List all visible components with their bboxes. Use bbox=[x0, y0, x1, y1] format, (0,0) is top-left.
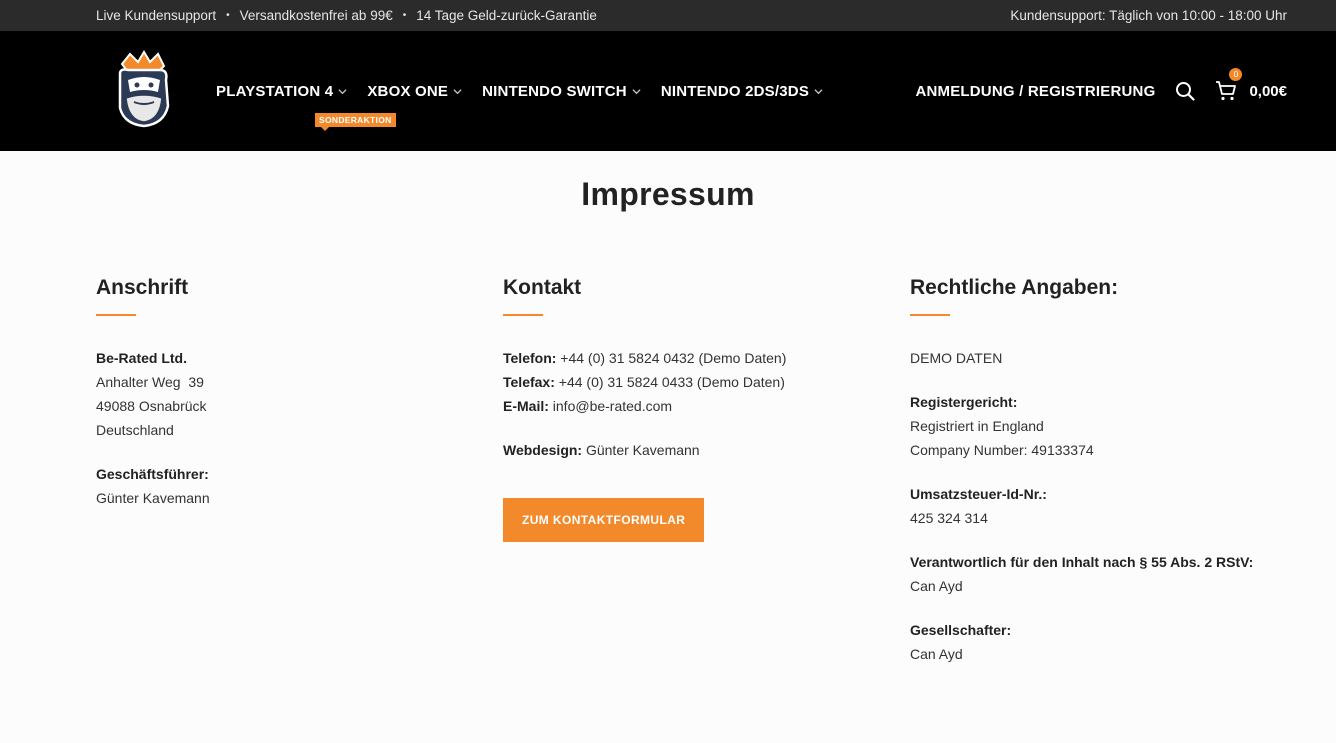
email-line: E-Mail: info@be-rated.com bbox=[503, 394, 883, 418]
vat-id-label: Umsatzsteuer-Id-Nr.: bbox=[910, 486, 1047, 502]
cart-count-badge: 0 bbox=[1229, 68, 1243, 81]
chevron-down-icon bbox=[632, 88, 641, 94]
nav-playstation-4[interactable]: SONDERAKTION PLAYSTATION 4 bbox=[216, 82, 396, 131]
country: Deutschland bbox=[96, 422, 174, 438]
partner-label: Gesellschafter: bbox=[910, 622, 1012, 638]
topbar-usp-shipping: Versandkostenfrei ab 99€ bbox=[239, 8, 393, 23]
topbar-separator: • bbox=[402, 10, 407, 21]
cart-button[interactable]: 0 0,00€ bbox=[1215, 68, 1287, 102]
phone-value[interactable]: +44 (0) 31 5824 0432 (Demo Daten) bbox=[560, 350, 786, 366]
topbar-separator: • bbox=[226, 10, 230, 21]
cart-total: 0,00€ bbox=[1249, 82, 1287, 100]
header-actions: ANMELDUNG / REGISTRIERUNG 0 0,00€ bbox=[915, 31, 1287, 151]
vat-id-value: 425 324 314 bbox=[910, 510, 988, 526]
heading-underline bbox=[910, 314, 950, 316]
register-court-label: Registergericht: bbox=[910, 394, 1018, 410]
phone-label: Telefon: bbox=[503, 350, 557, 366]
logo-link[interactable] bbox=[112, 50, 174, 130]
nav-label: NINTENDO 2DS/3DS bbox=[660, 82, 810, 100]
heading-underline bbox=[96, 314, 136, 316]
register-court-line2: Company Number: 49133374 bbox=[910, 442, 1094, 458]
partner-value: Can Ayd bbox=[910, 646, 963, 662]
page-title: Impressum bbox=[581, 176, 755, 212]
main-header: SONDERAKTION PLAYSTATION 4 XBOX ONE NINT… bbox=[0, 31, 1336, 151]
ceo-label: Geschäftsführer: bbox=[96, 466, 209, 482]
demo-data-note: DEMO DATEN bbox=[910, 350, 1003, 366]
ceo-name: Günter Kavemann bbox=[96, 490, 210, 506]
topbar-usps: Live Kundensupport • Versandkostenfrei a… bbox=[96, 8, 597, 23]
heading-underline bbox=[503, 314, 543, 316]
responsible-label: Verantwortlich für den Inhalt nach § 55 … bbox=[910, 554, 1254, 570]
king-mascot-logo-icon bbox=[118, 50, 170, 128]
search-icon[interactable] bbox=[1175, 81, 1196, 101]
rechtliche-angaben-heading: Rechtliche Angaben: bbox=[910, 276, 1119, 299]
chevron-down-icon bbox=[453, 88, 462, 94]
topbar-usp-support: Live Kundensupport bbox=[96, 8, 217, 23]
city-address: 49088 Osnabrück bbox=[96, 398, 207, 414]
contact-form-button[interactable]: ZUM KONTAKTFORMULAR bbox=[503, 498, 705, 542]
nav-label: PLAYSTATION 4 bbox=[216, 82, 334, 100]
webdesign-value: Günter Kavemann bbox=[585, 442, 700, 458]
nav-nintendo-2ds-3ds[interactable]: NINTENDO 2DS/3DS bbox=[661, 83, 823, 100]
webdesign-label: Webdesign: bbox=[503, 442, 583, 458]
rechtliche-angaben-column: Rechtliche Angaben: DEMO DATEN Registerg… bbox=[910, 276, 1290, 666]
chevron-down-icon bbox=[338, 88, 347, 94]
kontakt-column: Kontakt Telefon: +44 (0) 31 5824 0432 (D… bbox=[503, 276, 883, 542]
anschrift-column: Anschrift Be-Rated Ltd. Anhalter Weg 39 … bbox=[96, 276, 476, 510]
top-info-bar: Live Kundensupport • Versandkostenfrei a… bbox=[0, 0, 1336, 31]
kontakt-heading: Kontakt bbox=[503, 276, 582, 299]
nav-xbox-one[interactable]: XBOX ONE bbox=[367, 83, 462, 100]
webdesign-line: Webdesign: Günter Kavemann bbox=[503, 438, 883, 462]
responsible-value: Can Ayd bbox=[910, 578, 963, 594]
street-address: Anhalter Weg 39 bbox=[96, 374, 204, 390]
cart-icon bbox=[1216, 81, 1237, 101]
fax-value: +44 (0) 31 5824 0433 (Demo Daten) bbox=[558, 374, 785, 390]
phone-line: Telefon: +44 (0) 31 5824 0432 (Demo Date… bbox=[503, 346, 883, 370]
nav-label: XBOX ONE bbox=[367, 82, 449, 100]
nav-nintendo-switch[interactable]: NINTENDO SWITCH bbox=[482, 83, 641, 100]
company-name: Be-Rated Ltd. bbox=[96, 350, 187, 366]
main-nav: SONDERAKTION PLAYSTATION 4 XBOX ONE NINT… bbox=[216, 31, 843, 151]
fax-line: Telefax: +44 (0) 31 5824 0433 (Demo Date… bbox=[503, 370, 883, 394]
login-register-link[interactable]: ANMELDUNG / REGISTRIERUNG bbox=[915, 83, 1155, 100]
email-label: E-Mail: bbox=[503, 398, 549, 414]
chevron-down-icon bbox=[814, 88, 823, 94]
fax-label: Telefax: bbox=[503, 374, 555, 390]
nav-label: NINTENDO SWITCH bbox=[482, 82, 627, 100]
email-link[interactable]: info@be-rated.com bbox=[553, 398, 672, 414]
topbar-usp-guarantee: 14 Tage Geld-zurück-Garantie bbox=[416, 8, 597, 23]
anschrift-heading: Anschrift bbox=[96, 276, 189, 299]
register-court-line1: Registriert in England bbox=[910, 418, 1044, 434]
topbar-support-hours: Kundensupport: Täglich von 10:00 - 18:00… bbox=[1010, 8, 1287, 23]
sonderaktion-badge: SONDERAKTION bbox=[315, 112, 396, 131]
